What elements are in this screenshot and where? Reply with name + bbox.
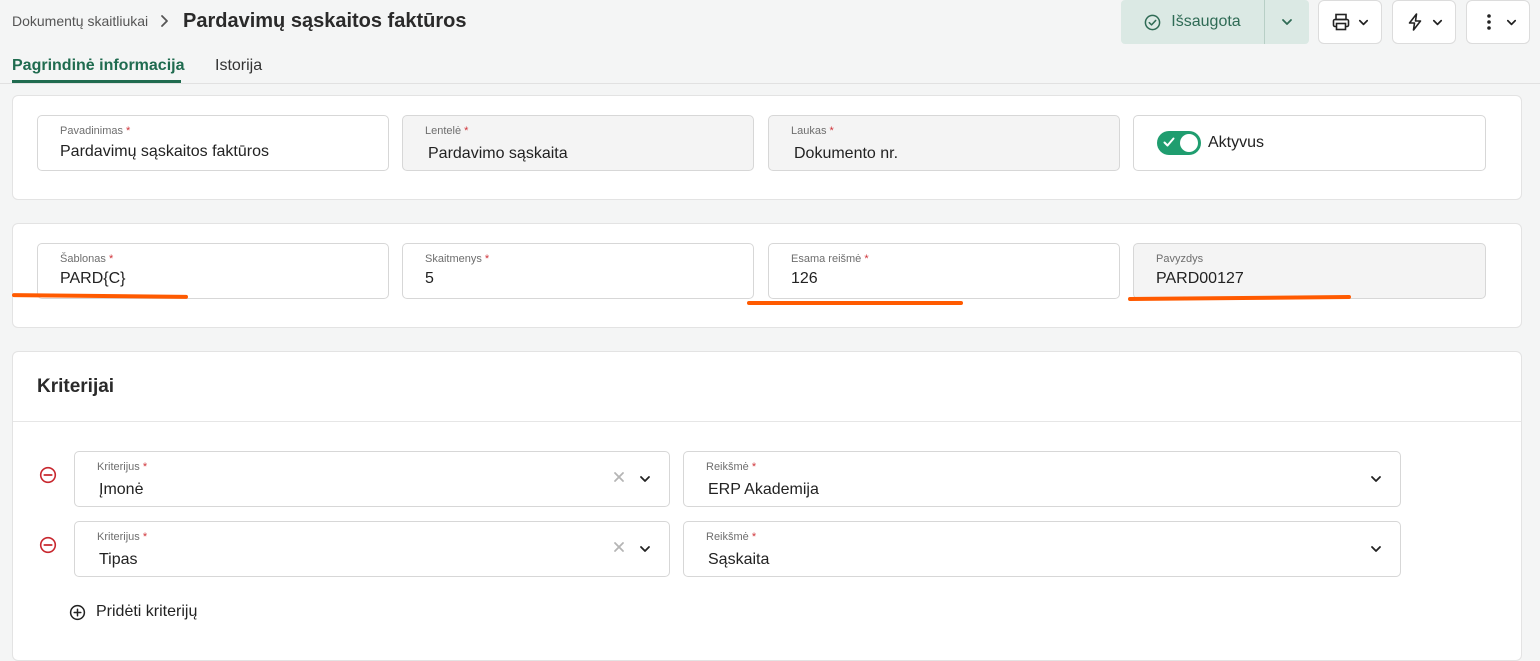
doc-field-label: Laukas * — [791, 125, 834, 137]
save-split-button: Išsaugota — [1121, 0, 1309, 44]
section-divider — [13, 421, 1521, 422]
add-circle-icon — [69, 604, 86, 620]
save-button-label: Išsaugota — [1171, 13, 1241, 30]
chevron-down-icon — [1358, 19, 1368, 25]
save-options-button[interactable] — [1265, 0, 1309, 44]
chevron-right-icon — [161, 15, 168, 27]
current-value-label: Esama reišmė * — [791, 253, 869, 265]
example-field-label: Pavyzdys — [1156, 253, 1204, 265]
chevron-down-icon — [1506, 19, 1516, 25]
table-field: Lentelė * Pardavimo sąskaita — [402, 115, 754, 171]
example-field-value: PARD00127 — [1156, 270, 1244, 287]
clear-icon[interactable] — [613, 471, 625, 483]
active-toggle-label: Aktyvus — [1208, 134, 1265, 151]
table-field-label: Lentelė * — [425, 125, 469, 137]
doc-field-value: Dokumento nr. — [794, 145, 899, 162]
active-toggle-field: Aktyvus — [1133, 115, 1486, 171]
template-field-label: Šablonas * — [60, 253, 114, 265]
chevron-down-icon[interactable] — [638, 542, 652, 556]
template-field-value: PARD{C} — [60, 270, 126, 287]
general-info-card: Pavadinimas * Pardavimų sąskaitos faktūr… — [12, 95, 1522, 200]
digits-field-value: 5 — [425, 270, 434, 287]
check-icon — [1163, 137, 1175, 147]
tab-history[interactable]: Istorija — [215, 57, 262, 75]
doc-field-field: Laukas * Dokumento nr. — [768, 115, 1120, 171]
printer-icon — [1332, 13, 1349, 31]
criterion-value: Įmonė — [99, 481, 144, 498]
lightning-icon — [1408, 13, 1421, 31]
tab-main-info[interactable]: Pagrindinė informacija — [12, 57, 184, 75]
criterion-select[interactable]: Kriterijus * Įmonė — [74, 451, 670, 507]
add-criterion-button[interactable]: Pridėti kriterijų — [69, 603, 197, 621]
active-toggle[interactable] — [1157, 131, 1201, 155]
remove-criterion-icon[interactable] — [39, 466, 57, 484]
value-label: Reikšmė * — [706, 461, 757, 473]
active-tab-indicator — [12, 80, 181, 83]
tabs-divider — [0, 83, 1540, 84]
more-vertical-icon — [1486, 14, 1491, 30]
name-field[interactable]: Pavadinimas * Pardavimų sąskaitos faktūr… — [37, 115, 389, 171]
chevron-down-icon — [1282, 19, 1292, 25]
add-criterion-label: Pridėti kriterijų — [96, 603, 198, 620]
breadcrumb-parent-link[interactable]: Dokumentų skaitliukai — [12, 13, 148, 29]
table-field-value: Pardavimo sąskaita — [428, 145, 568, 162]
save-button[interactable]: Išsaugota — [1121, 0, 1264, 44]
criterion-select[interactable]: Kriterijus * Tipas — [74, 521, 670, 577]
criterion-label: Kriterijus * — [97, 531, 148, 543]
criterion-value-select[interactable]: Reikšmė * ERP Akademija — [683, 451, 1401, 507]
criterion-value-select[interactable]: Reikšmė * Sąskaita — [683, 521, 1401, 577]
digits-field-label: Skaitmenys * — [425, 253, 490, 265]
print-button[interactable] — [1318, 0, 1382, 44]
current-value-field[interactable]: Esama reišmė * 126 — [768, 243, 1120, 299]
current-value-value: 126 — [791, 270, 818, 287]
criterion-label: Kriterijus * — [97, 461, 148, 473]
name-field-value: Pardavimų sąskaitos faktūros — [60, 143, 269, 160]
actions-button[interactable] — [1392, 0, 1456, 44]
criteria-card: Kriterijai Kriterijus * Įmonė Reikšmė * … — [12, 351, 1522, 661]
value-value: ERP Akademija — [708, 481, 819, 498]
example-field: Pavyzdys PARD00127 — [1133, 243, 1486, 299]
chevron-down-icon[interactable] — [1369, 472, 1383, 486]
check-circle-icon — [1144, 14, 1161, 30]
template-field[interactable]: Šablonas * PARD{C} — [37, 243, 389, 299]
chevron-down-icon[interactable] — [1369, 542, 1383, 556]
toggle-knob — [1180, 134, 1198, 152]
value-label: Reikšmė * — [706, 531, 757, 543]
chevron-down-icon — [1432, 19, 1442, 25]
digits-field[interactable]: Skaitmenys * 5 — [402, 243, 754, 299]
criterion-value: Tipas — [99, 551, 138, 568]
criteria-title: Kriterijai — [37, 376, 115, 397]
name-field-label: Pavadinimas * — [60, 125, 131, 137]
numbering-card: Šablonas * PARD{C} Skaitmenys * 5 Esama … — [12, 223, 1522, 328]
chevron-down-icon[interactable] — [638, 472, 652, 486]
clear-icon[interactable] — [613, 541, 625, 553]
page-title: Pardavimų sąskaitos faktūros — [183, 10, 467, 32]
more-options-button[interactable] — [1466, 0, 1530, 44]
value-value: Sąskaita — [708, 551, 770, 568]
highlight-underline — [747, 301, 963, 305]
remove-criterion-icon[interactable] — [39, 536, 57, 554]
